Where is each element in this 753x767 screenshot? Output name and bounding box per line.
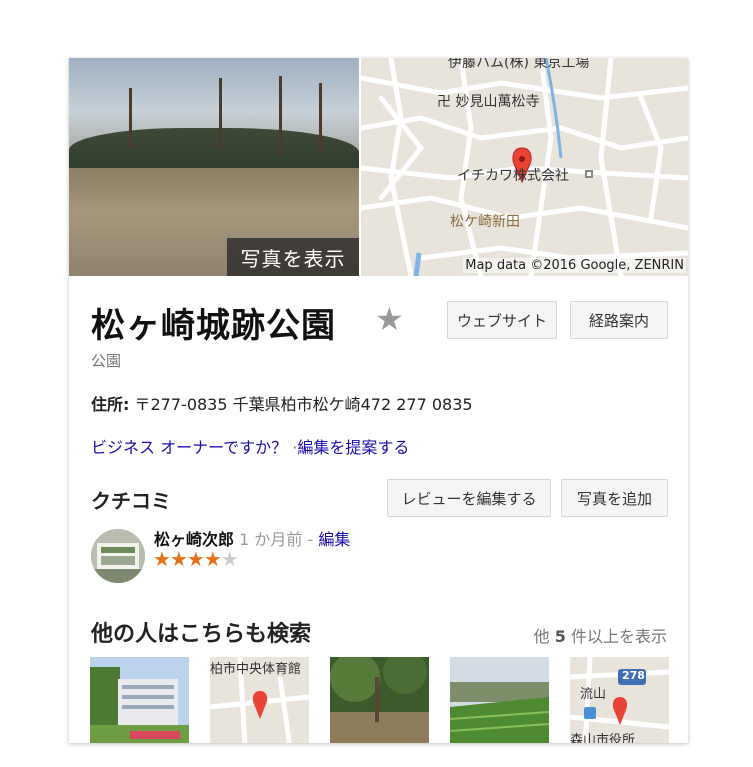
thumb-label-cityhall: 森山市役所 <box>570 733 636 743</box>
star-filled-icon: ★ <box>186 547 205 571</box>
owner-link[interactable]: ビジネス オーナーですか？ <box>91 438 287 457</box>
related-thumb-fields[interactable] <box>450 657 549 743</box>
address-value: 〒277-0835 千葉県柏市松ケ崎472 277 0835 <box>134 395 473 414</box>
related-thumb-gym-map[interactable]: 柏市中央体育館 <box>210 657 309 743</box>
star-empty-icon: ★ <box>220 547 239 571</box>
add-photo-button[interactable]: 写真を追加 <box>561 479 668 517</box>
related-thumb-forest[interactable] <box>330 657 429 743</box>
knowledge-panel: 写真を表示 伊藤ハム(株) 東京工場 卍 妙見山萬松寺 イチカワ株式会社 松ケ崎… <box>69 58 688 743</box>
review-time: 1 か月前 <box>239 530 303 549</box>
suggest-edit-link[interactable]: 編集を提案する <box>297 438 409 457</box>
edit-review-button[interactable]: レビューを編集する <box>387 479 551 517</box>
route-badge: 278 <box>622 669 645 682</box>
star-filled-icon: ★ <box>153 547 171 571</box>
show-more-link[interactable]: 他 5 件以上を表示 <box>534 623 667 647</box>
thumb-label-nagareyama: 流山 <box>580 687 607 702</box>
map-label-matsugasaki: 松ケ崎新田 <box>450 214 520 230</box>
directions-button[interactable]: 経路案内 <box>570 301 668 339</box>
address-label: 住所: <box>91 395 130 414</box>
map-label-itoham: 伊藤ハム(株) 東京工場 <box>448 58 590 71</box>
thumb-label-gym: 柏市中央体育館 <box>210 662 302 677</box>
place-photo[interactable]: 写真を表示 <box>69 58 359 276</box>
review-dash: - <box>307 530 314 549</box>
website-button[interactable]: ウェブサイト <box>447 301 557 339</box>
save-star-icon[interactable]: ★ <box>375 300 404 338</box>
address-line: 住所: 〒277-0835 千葉県柏市松ケ崎472 277 0835 <box>91 391 473 415</box>
star-filled-icon: ★ <box>203 547 222 571</box>
place-title: 松ヶ崎城跡公園 <box>91 306 336 346</box>
reviews-heading: クチコミ <box>91 489 171 513</box>
map-credit: Map data ©2016 Google, ZENRIN <box>463 258 686 273</box>
map-label-temple: 卍 妙見山萬松寺 <box>437 94 540 110</box>
star-filled-icon: ★ <box>169 547 188 571</box>
related-thumb-city-map[interactable]: 278 流山 森山市役所 <box>570 657 669 743</box>
show-photos-button[interactable]: 写真を表示 <box>227 238 359 276</box>
review-rating: ★★★★★ <box>153 547 239 571</box>
reviewer-avatar[interactable] <box>91 529 145 583</box>
owner-row: ビジネス オーナーですか？ ·編集を提案する <box>91 434 409 458</box>
related-thumb-building[interactable] <box>90 657 189 743</box>
map-label-ichikawa: イチカワ株式会社 <box>457 168 569 184</box>
also-search-heading: 他の人はこちらも検索 <box>91 622 312 647</box>
place-category: 公園 <box>91 352 122 370</box>
mini-map[interactable]: 伊藤ハム(株) 東京工場 卍 妙見山萬松寺 イチカワ株式会社 松ケ崎新田 Map… <box>361 58 688 276</box>
review-edit-link[interactable]: 編集 <box>318 530 350 549</box>
